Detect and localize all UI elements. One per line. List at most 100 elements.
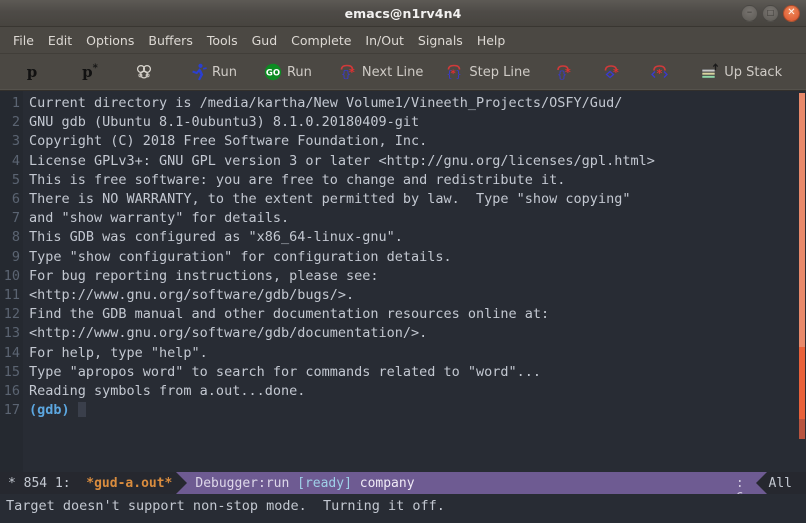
- continue-until-icon: *: [650, 62, 670, 82]
- toolbar-button-next-line[interactable]: { } * Next Line: [332, 57, 430, 87]
- tool-bar: p p* Run GO Run {} * Next Line {*} St…: [0, 54, 806, 91]
- menu-item-edit[interactable]: Edit: [41, 31, 79, 50]
- line-number: 1: [11, 95, 20, 111]
- output-line: This GDB was configured as "x86_64-linux…: [29, 229, 403, 246]
- svg-text:*: *: [613, 66, 619, 79]
- output-line: <http://www.gnu.org/software/gdb/documen…: [29, 325, 428, 342]
- output-line: Find the GDB manual and other documentat…: [29, 306, 550, 323]
- finish-function-icon: *: [602, 62, 622, 82]
- toolbar-label-step-line: Step Line: [469, 64, 531, 80]
- toolbar-button-run-go[interactable]: GO Run: [257, 57, 318, 87]
- mode-line: * 854 1: *gud-a.out* Debugger:run [ready…: [0, 472, 806, 494]
- window-title: emacs@n1rv4n4: [344, 5, 462, 21]
- toolbar-button-print-star[interactable]: p*: [74, 57, 106, 87]
- toolbar-label-run-exec: Run: [212, 64, 237, 80]
- toolbar-button-step-line[interactable]: { * } Step Line: [439, 57, 536, 87]
- buffer-text[interactable]: Current directory is /media/kartha/New V…: [23, 91, 806, 472]
- menu-item-inout[interactable]: In/Out: [358, 31, 410, 50]
- svg-text:}: }: [456, 70, 462, 81]
- output-line: <http://www.gnu.org/software/gdb/bugs/>.: [29, 287, 355, 304]
- svg-text:*: *: [657, 67, 663, 80]
- close-button[interactable]: ✕: [783, 4, 800, 22]
- watch-expression-icon: [134, 62, 154, 82]
- scrollbar-thumb-upper[interactable]: [799, 93, 805, 347]
- toolbar-label-run-go: Run: [286, 64, 312, 80]
- mode-line-flags: * 854 1:: [8, 475, 87, 491]
- minibuffer-message: Target doesn't support non-stop mode. Tu…: [6, 498, 445, 514]
- output-line: GNU gdb (Ubuntu 8.1-0ubuntu3) 8.1.0.2018…: [29, 114, 420, 131]
- toolbar-button-watch[interactable]: [128, 57, 160, 87]
- window-titlebar: emacs@n1rv4n4 – □ ✕: [0, 0, 806, 27]
- scrollbar-thumb-middle[interactable]: [799, 347, 805, 419]
- mode-line-buffer-segment[interactable]: * 854 1: *gud-a.out*: [0, 472, 177, 494]
- toolbar-button-until[interactable]: *: [644, 57, 676, 87]
- line-number: 9: [11, 248, 20, 265]
- mode-line-mode-segment: Debugger:run [ready] company: [187, 476, 414, 491]
- line-number: 15: [3, 363, 20, 380]
- mode-line-column-number: 6: [736, 491, 744, 495]
- next-instruction-icon: { } *: [554, 62, 574, 82]
- go-circle-icon: GO: [263, 62, 283, 82]
- mode-line-major-mode: Debugger:run: [195, 475, 298, 491]
- output-line: There is NO WARRANTY, to the extent perm…: [29, 191, 631, 208]
- svg-text:GO: GO: [266, 69, 280, 79]
- mode-line-position: 17 : 6: [689, 472, 756, 494]
- maximize-button[interactable]: □: [762, 4, 779, 22]
- gdb-prompt-text: (gdb): [29, 402, 78, 419]
- mode-line-colon: :: [735, 475, 744, 491]
- line-number: 4: [11, 152, 20, 169]
- gud-buffer[interactable]: 1 2 3 4 5 6 7 8 9 10 11 12 13 14 15 16 1…: [0, 91, 806, 472]
- mode-line-state: [ready]: [297, 475, 352, 491]
- toolbar-label-up-stack: Up Stack: [724, 64, 783, 80]
- line-number: 16: [3, 383, 20, 400]
- menu-bar: File Edit Options Buffers Tools Gud Comp…: [0, 27, 806, 54]
- svg-text:*: *: [349, 66, 355, 79]
- mode-line-scroll-percent: All: [766, 472, 806, 494]
- menu-item-file[interactable]: File: [6, 31, 41, 50]
- menu-item-complete[interactable]: Complete: [284, 31, 358, 50]
- output-line: For help, type "help".: [29, 344, 208, 361]
- vertical-scrollbar[interactable]: [798, 91, 806, 472]
- menu-item-options[interactable]: Options: [79, 31, 141, 50]
- output-line: Reading symbols from a.out...done.: [29, 383, 306, 400]
- toolbar-button-run-exec[interactable]: Run: [182, 57, 243, 87]
- up-stack-icon: [700, 62, 720, 82]
- menu-item-tools[interactable]: Tools: [200, 31, 245, 50]
- output-line: Current directory is /media/kartha/New V…: [29, 95, 623, 111]
- mode-line-minor-mode: company: [351, 475, 415, 491]
- output-line: For bug reporting instructions, please s…: [29, 267, 379, 284]
- line-number: 5: [11, 171, 20, 188]
- print-p-icon: p: [26, 62, 38, 81]
- toolbar-button-finish[interactable]: *: [596, 57, 628, 87]
- menu-item-signals[interactable]: Signals: [411, 31, 470, 50]
- print-p-star-icon: p*: [82, 63, 98, 81]
- minimize-icon: –: [746, 5, 753, 18]
- emacs-window: emacs@n1rv4n4 – □ ✕ File Edit Options Bu…: [0, 0, 806, 523]
- menu-item-help[interactable]: Help: [470, 31, 513, 50]
- toolbar-label-next-line: Next Line: [361, 64, 424, 80]
- minibuffer[interactable]: Target doesn't support non-stop mode. Tu…: [0, 494, 806, 523]
- text-cursor: [77, 402, 86, 418]
- toolbar-button-print[interactable]: p: [16, 57, 48, 87]
- output-line: and "show warranty" for details.: [29, 210, 290, 227]
- scrollbar-thumb-lower[interactable]: [799, 419, 805, 439]
- window-controls: – □ ✕: [741, 0, 800, 26]
- line-number: 12: [3, 306, 20, 323]
- output-line: Copyright (C) 2018 Free Software Foundat…: [29, 133, 428, 150]
- output-line: Type "apropos word" to search for comman…: [29, 363, 542, 380]
- mode-line-separator-right: [176, 472, 188, 494]
- menu-item-buffers[interactable]: Buffers: [141, 31, 199, 50]
- toolbar-button-up-stack[interactable]: Up Stack: [694, 57, 788, 87]
- output-line: License GPLv3+: GNU GPL version 3 or lat…: [29, 152, 655, 169]
- line-number: 17: [3, 402, 20, 419]
- menu-item-gud[interactable]: Gud: [245, 31, 285, 50]
- line-number: 8: [11, 229, 20, 246]
- line-number: 13: [3, 325, 20, 342]
- toolbar-button-next-instruction[interactable]: { } *: [548, 57, 580, 87]
- mode-line-separator-left: [755, 472, 767, 494]
- svg-text:*: *: [565, 66, 571, 79]
- line-number: 6: [11, 191, 20, 208]
- minimize-button[interactable]: –: [741, 4, 758, 22]
- line-number: 11: [3, 287, 20, 304]
- line-number: 10: [3, 267, 20, 284]
